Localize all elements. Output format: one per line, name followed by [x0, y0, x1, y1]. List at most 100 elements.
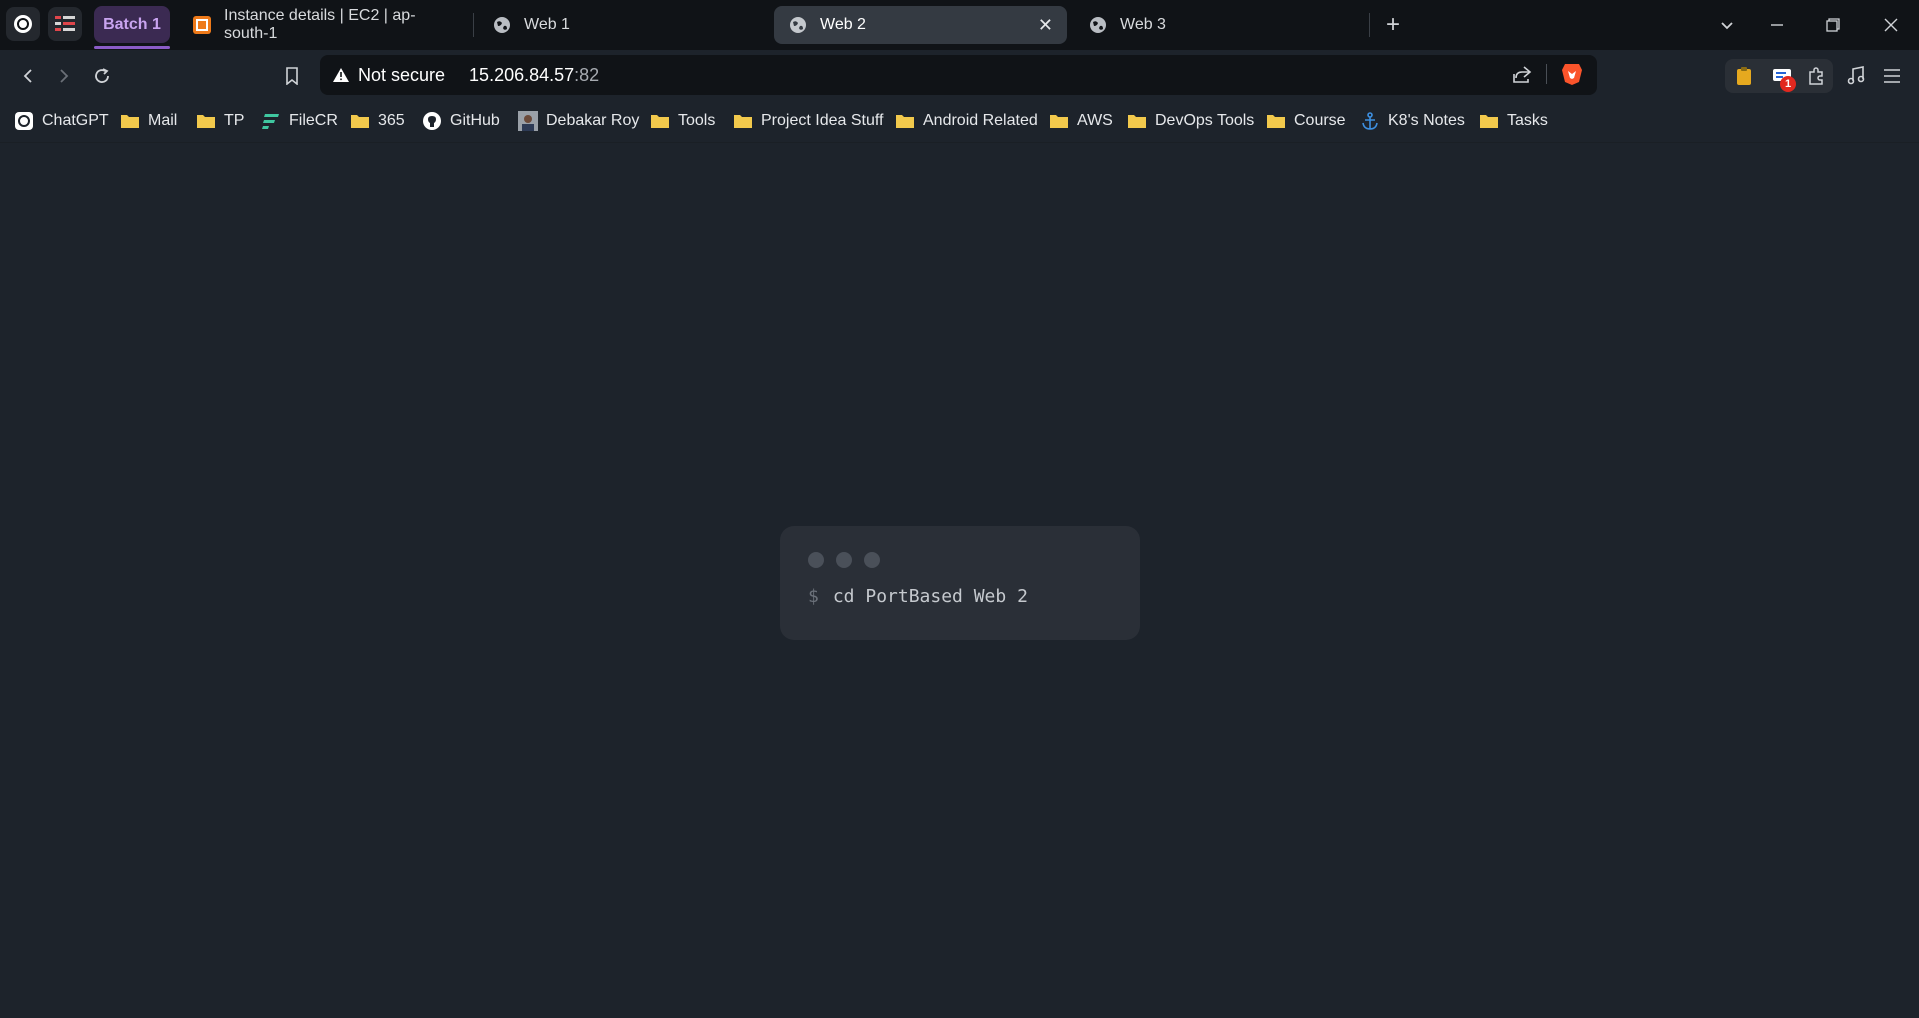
close-tab-icon[interactable]: ✕: [1038, 15, 1053, 36]
tab-group-underline: [94, 46, 170, 49]
minimize-button[interactable]: [1762, 10, 1792, 40]
bookmark-course[interactable]: Course: [1266, 109, 1346, 133]
bookmark-label: Project Idea Stuff: [761, 112, 884, 129]
bookmark-label: TP: [224, 112, 245, 129]
address-bar[interactable]: Not secure 15.206.84.57:82: [320, 55, 1597, 95]
bookmark-k8s-notes[interactable]: K8's Notes: [1360, 109, 1465, 133]
grid-app-icon: [55, 16, 75, 31]
bookmark-label: FileCR: [289, 112, 338, 129]
bookmark-label: Tools: [678, 112, 716, 129]
bookmark-filecr[interactable]: FileCR: [261, 109, 338, 133]
share-icon[interactable]: [1512, 64, 1532, 84]
window-dot: [836, 552, 852, 568]
reload-icon: [95, 68, 109, 83]
pinned-tab-chatgpt[interactable]: [6, 7, 40, 41]
minimize-icon: [1771, 24, 1783, 26]
toolbar: Not secure 15.206.84.57:82 1: [0, 50, 1919, 100]
bookmark-project-idea-stuff[interactable]: Project Idea Stuff: [733, 109, 883, 133]
bookmark-page-button[interactable]: [278, 62, 306, 90]
security-label[interactable]: Not secure: [358, 65, 445, 86]
github-icon: [422, 111, 442, 131]
bookmark-android-related[interactable]: Android Related: [895, 109, 1038, 133]
folder-icon: [120, 111, 140, 131]
folder-icon: [733, 111, 753, 131]
extensions-group: [1725, 59, 1833, 93]
bookmark-label: Tasks: [1507, 112, 1548, 129]
terminal-prompt: $: [808, 586, 819, 607]
page-content: $ cd PortBased Web 2: [0, 143, 1919, 1018]
bookmark-label: Course: [1294, 112, 1346, 129]
media-button[interactable]: [1842, 62, 1870, 90]
globe-icon: [492, 15, 512, 35]
globe-icon: [788, 15, 808, 35]
bookmark-label: 365: [378, 112, 405, 129]
main-menu-button[interactable]: [1878, 62, 1906, 90]
bookmark-github[interactable]: GitHub: [422, 109, 500, 133]
new-tab-button[interactable]: +: [1378, 10, 1408, 40]
tab-web-3[interactable]: Web 3: [1074, 6, 1364, 44]
bookmark-tools[interactable]: Tools: [650, 109, 715, 133]
chatgpt-icon: [14, 15, 32, 33]
bookmark-label: Mail: [148, 112, 178, 129]
restore-icon: [1826, 18, 1840, 32]
bookmark-chatgpt[interactable]: ChatGPT: [14, 109, 109, 133]
restore-button[interactable]: [1818, 10, 1848, 40]
hamburger-menu-icon: [1884, 69, 1900, 83]
back-button[interactable]: [14, 62, 42, 90]
tab-instance-details[interactable]: Instance details | EC2 | ap-south-1: [178, 6, 468, 44]
bookmark-365[interactable]: 365: [350, 109, 405, 133]
bookmark-label: DevOps Tools: [1155, 112, 1255, 129]
tab-separator: [473, 13, 474, 37]
forward-button[interactable]: [50, 62, 78, 90]
bookmark-devops-tools[interactable]: DevOps Tools: [1127, 109, 1254, 133]
tab-separator: [1369, 13, 1370, 37]
folder-icon: [1127, 111, 1147, 131]
url-port: :82: [574, 64, 600, 85]
globe-icon: [1088, 15, 1108, 35]
bookmark-label: Android Related: [923, 112, 1038, 129]
bookmark-label: AWS: [1077, 112, 1113, 129]
bookmark-tp[interactable]: TP: [196, 109, 244, 133]
brave-shields-icon[interactable]: [1561, 62, 1583, 86]
folder-icon: [350, 111, 370, 131]
tab-group-batch-1[interactable]: Batch 1: [94, 6, 170, 43]
tab-title: Instance details | EC2 | ap-south-1: [224, 7, 416, 42]
folder-icon: [1266, 111, 1286, 131]
bookmarks-bar: ChatGPT Mail TP FileCR 365 GitHub Debaka…: [0, 100, 1919, 143]
avatar-icon: [518, 111, 538, 131]
bookmark-tasks[interactable]: Tasks: [1479, 109, 1548, 133]
bookmark-label: GitHub: [450, 112, 500, 129]
terminal-line: $ cd PortBased Web 2: [808, 586, 1028, 607]
clipboard-extension-icon[interactable]: [1733, 65, 1755, 87]
chatgpt-icon: [14, 111, 34, 131]
tab-title: Web 1: [524, 16, 570, 33]
folder-icon: [1049, 111, 1069, 131]
anchor-icon: [1360, 111, 1380, 131]
bookmark-label: Debakar Roy: [546, 112, 640, 129]
bookmark-mail[interactable]: Mail: [120, 109, 177, 133]
tab-search-button[interactable]: [1712, 10, 1742, 40]
terminal-card: $ cd PortBased Web 2: [780, 526, 1140, 640]
address-bar-actions: [1512, 62, 1583, 86]
music-note-icon: [1847, 66, 1865, 85]
chevron-down-icon: [1721, 22, 1733, 30]
reload-button[interactable]: [88, 62, 116, 90]
warning-icon[interactable]: [332, 67, 350, 83]
aws-ec2-icon: [192, 15, 212, 35]
tab-web-1[interactable]: Web 1: [478, 6, 768, 44]
extensions-puzzle-icon[interactable]: [1805, 65, 1827, 87]
tab-web-2[interactable]: Web 2 ✕: [774, 6, 1067, 44]
close-window-button[interactable]: [1876, 10, 1906, 40]
url-host: 15.206.84.57: [469, 64, 575, 85]
folder-icon: [196, 111, 216, 131]
bookmark-icon: [286, 67, 298, 85]
pinned-tab-grid[interactable]: [48, 7, 82, 41]
plus-icon: +: [1385, 11, 1400, 38]
window-dot: [808, 552, 824, 568]
bookmark-debakar-roy[interactable]: Debakar Roy: [518, 109, 639, 133]
extension-badge: 1: [1780, 76, 1796, 92]
bookmark-aws[interactable]: AWS: [1049, 109, 1113, 133]
tab-title: Web 3: [1120, 16, 1166, 33]
filecr-icon: [261, 111, 281, 131]
divider: [1546, 64, 1547, 84]
